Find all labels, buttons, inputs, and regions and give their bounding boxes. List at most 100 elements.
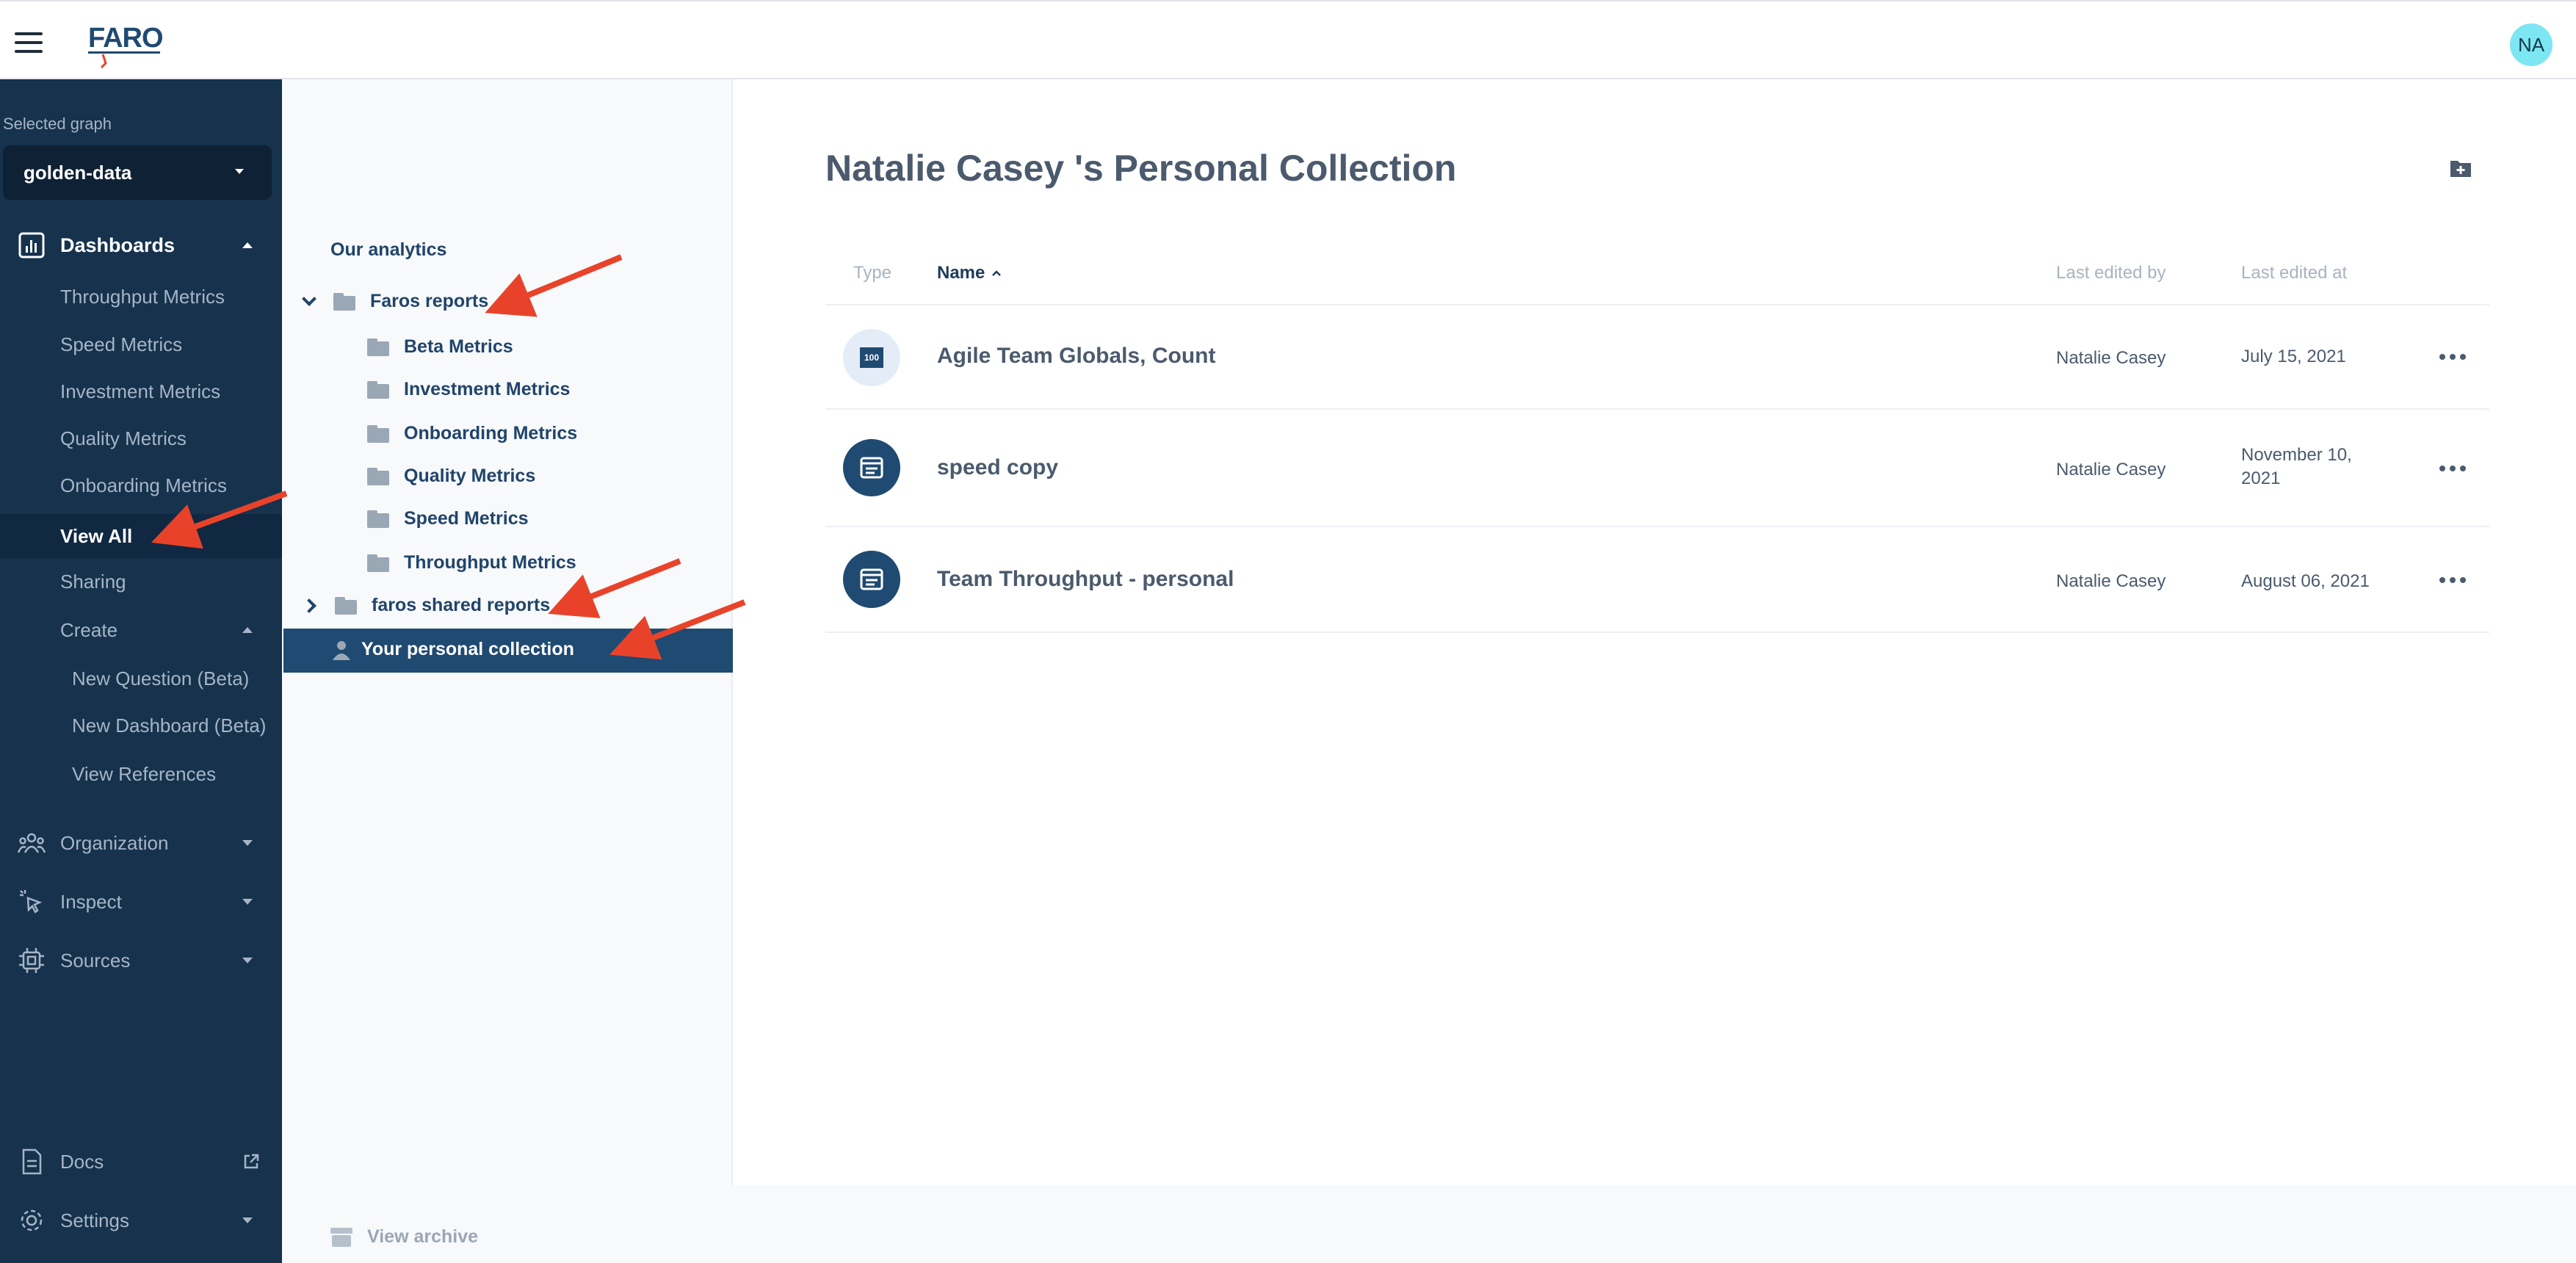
more-options-icon[interactable] (2439, 466, 2466, 471)
archive-footer: View archive (282, 1185, 2576, 1263)
hamburger-menu-icon[interactable] (15, 32, 43, 53)
sidebar-item-label: Organization (60, 831, 169, 854)
bar-chart-icon (18, 232, 45, 258)
column-header-last-edited-by[interactable]: Last edited by (2056, 263, 2166, 283)
tree-item-faros-reports[interactable]: Faros reports (302, 291, 488, 312)
sidebar-item-onboarding-metrics[interactable]: Onboarding Metrics (0, 465, 282, 506)
sidebar-item-label: View References (72, 762, 217, 785)
new-collection-icon[interactable] (2450, 159, 2472, 178)
person-icon (333, 640, 350, 660)
item-name[interactable]: speed copy (937, 455, 1058, 480)
more-options-icon[interactable] (2439, 354, 2466, 360)
sidebar-section-dashboards-label: Dashboards (60, 234, 176, 256)
sidebar-item-new-question[interactable]: New Question (Beta) (0, 658, 282, 699)
gear-icon (21, 1209, 43, 1231)
sidebar-item-speed-metrics[interactable]: Speed Metrics (0, 324, 282, 365)
dashboard-glyph-icon (860, 568, 883, 590)
tree-item-label: Quality Metrics (404, 466, 536, 486)
column-header-type: Type (853, 263, 892, 283)
sidebar-item-throughput-metrics[interactable]: Throughput Metrics (0, 276, 282, 317)
sidebar-section-settings[interactable]: Settings (0, 1198, 282, 1242)
view-archive-link[interactable]: View archive (330, 1226, 478, 1248)
selected-graph-label: Selected graph (3, 115, 112, 133)
folder-icon (367, 554, 389, 572)
folder-icon (333, 292, 355, 311)
tree-item-throughput-metrics[interactable]: Throughput Metrics (367, 552, 576, 573)
tree-item-personal-collection-content[interactable]: Your personal collection (332, 639, 574, 660)
external-link-icon (244, 1154, 259, 1169)
sidebar-item-label: Speed Metrics (60, 333, 183, 355)
sidebar-item-label: Onboarding Metrics (60, 474, 227, 496)
chip-icon (19, 948, 44, 973)
sidebar-item-quality-metrics[interactable]: Quality Metrics (0, 418, 282, 459)
chevron-right-icon[interactable] (302, 598, 316, 613)
caret-up-icon (242, 242, 253, 248)
item-edited-by: Natalie Casey (2056, 571, 2166, 591)
sidebar-item-docs[interactable]: Docs (0, 1140, 282, 1184)
tree-item-speed-metrics[interactable]: Speed Metrics (367, 508, 529, 529)
tree-item-quality-metrics[interactable]: Quality Metrics (367, 466, 535, 487)
chevron-down-icon[interactable] (302, 291, 316, 306)
table-divider (825, 526, 2489, 527)
tree-item-label: Our analytics (330, 239, 447, 260)
people-icon (18, 833, 46, 853)
scalar-100-icon: 100 (843, 329, 900, 386)
column-header-name[interactable]: Name (937, 263, 1002, 283)
folder-icon (367, 380, 389, 399)
sidebar-item-view-references[interactable]: View References (0, 753, 282, 795)
tree-item-faros-shared-reports[interactable]: faros shared reports (302, 595, 551, 616)
dashboard-icon (843, 439, 900, 496)
sidebar-item-investment-metrics[interactable]: Investment Metrics (0, 371, 282, 412)
item-name[interactable]: Agile Team Globals, Count (937, 344, 1215, 369)
sidebar: Selected graph golden-data Dashboards Th… (0, 79, 282, 1263)
tree-item-our-analytics[interactable]: Our analytics (330, 239, 446, 261)
sidebar-item-label: View All (60, 524, 133, 547)
folder-icon (367, 424, 389, 443)
page-title: Natalie Casey 's Personal Collection (825, 148, 1457, 189)
item-name[interactable]: Team Throughput - personal (937, 567, 1234, 592)
folder-icon (367, 510, 389, 528)
sidebar-item-new-dashboard[interactable]: New Dashboard (Beta) (0, 705, 282, 746)
sidebar-item-create[interactable]: Create (0, 609, 282, 651)
faros-logo[interactable]: FAROS (87, 19, 163, 70)
sidebar-item-sharing[interactable]: Sharing (0, 561, 282, 602)
table-divider (825, 632, 2489, 633)
tree-item-label: Investment Metrics (404, 379, 571, 399)
tree-item-label: Speed Metrics (404, 508, 529, 529)
more-options-icon[interactable] (2439, 577, 2466, 583)
sidebar-item-label: Create (60, 618, 118, 641)
sidebar-item-label: Throughput Metrics (60, 285, 225, 308)
column-header-name-label: Name (937, 263, 985, 283)
tree-item-label: Throughput Metrics (404, 552, 576, 573)
dashboard-glyph-icon (860, 457, 883, 479)
sidebar-section-inspect[interactable]: Inspect (0, 880, 282, 924)
archive-box-icon (330, 1227, 352, 1247)
tree-item-investment-metrics[interactable]: Investment Metrics (367, 379, 570, 400)
sidebar-section-sources[interactable]: Sources (0, 938, 282, 982)
sidebar-section-organization[interactable]: Organization (0, 821, 282, 865)
tree-item-label: faros shared reports (372, 595, 551, 615)
sidebar-item-label: Inspect (60, 890, 122, 913)
tree-item-beta-metrics[interactable]: Beta Metrics (367, 336, 513, 358)
tree-item-onboarding-metrics[interactable]: Onboarding Metrics (367, 423, 577, 444)
sidebar-item-label: New Question (Beta) (72, 667, 250, 690)
dashboard-icon (843, 551, 900, 608)
graph-select[interactable]: golden-data (3, 145, 272, 200)
sidebar-item-view-all[interactable]: View All (0, 514, 282, 558)
caret-down-icon (242, 1217, 253, 1223)
tree-item-label: Beta Metrics (404, 336, 513, 357)
sidebar-item-label: New Dashboard (Beta) (72, 714, 267, 737)
sidebar-section-dashboards[interactable]: Dashboards (0, 222, 282, 269)
sidebar-item-label: Quality Metrics (60, 427, 187, 449)
user-avatar[interactable]: NA (2510, 23, 2553, 66)
column-header-last-edited-at[interactable]: Last edited at (2241, 263, 2347, 283)
table-divider (825, 408, 2489, 410)
item-edited-by: Natalie Casey (2056, 460, 2166, 479)
scalar-100-icon-text: 100 (860, 347, 883, 368)
view-archive-label: View archive (367, 1226, 479, 1247)
top-bar: FAROS NA (0, 0, 2576, 79)
svg-text:FAROS: FAROS (88, 23, 163, 54)
sidebar-item-label: Settings (60, 1209, 129, 1231)
folder-icon (367, 338, 389, 356)
cursor-click-icon (20, 890, 43, 913)
